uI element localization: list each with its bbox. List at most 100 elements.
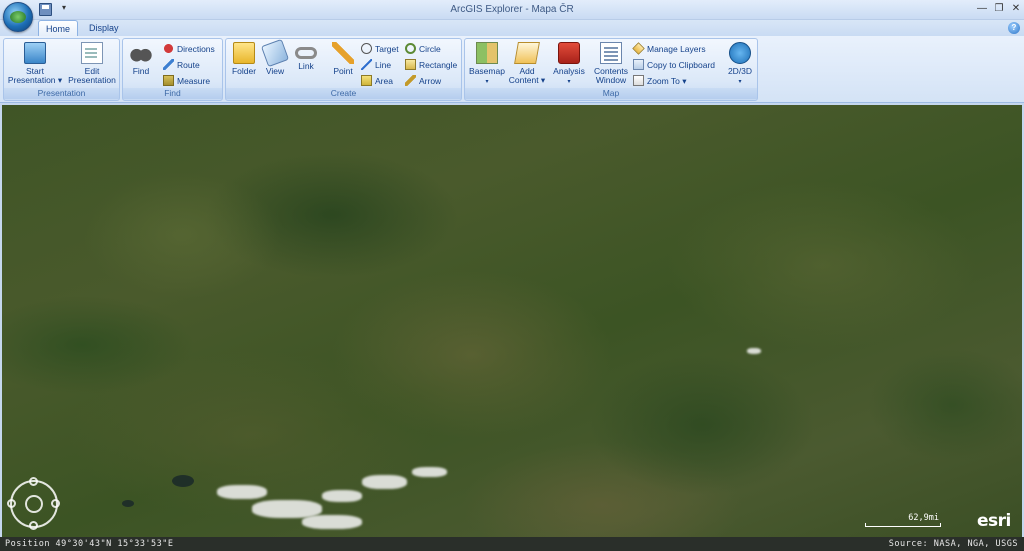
copy-to-clipboard-label: Copy to Clipboard bbox=[647, 60, 716, 70]
route-icon bbox=[163, 59, 174, 71]
group-map: Basemap ▾ Add Content ▾ Analysis ▾ Conte… bbox=[464, 38, 758, 101]
arrow-label: Arrow bbox=[419, 76, 442, 86]
group-create: Folder View Link Point Target Line Area bbox=[225, 38, 462, 101]
snow-area bbox=[362, 475, 407, 489]
lake bbox=[172, 475, 194, 487]
minimize-button[interactable]: — bbox=[975, 2, 989, 16]
manage-layers-button[interactable]: Manage Layers bbox=[632, 42, 706, 56]
group-presentation: Start Presentation ▾ Edit Presentation P… bbox=[3, 38, 120, 101]
arrow-icon bbox=[405, 75, 416, 87]
target-icon bbox=[361, 43, 372, 55]
presentation-icon bbox=[24, 42, 46, 64]
nav-center[interactable] bbox=[25, 495, 43, 513]
analysis-caret: ▾ bbox=[567, 79, 571, 85]
analysis-button[interactable]: Analysis ▾ bbox=[551, 42, 587, 87]
snow-area bbox=[302, 515, 362, 529]
measure-label: Measure bbox=[177, 76, 211, 86]
add-content-icon bbox=[514, 42, 540, 64]
help-icon[interactable]: ? bbox=[1008, 22, 1020, 34]
scale-bar-line bbox=[865, 523, 941, 527]
zoom-to-label: Zoom To ▾ bbox=[647, 76, 687, 86]
nav-knob-north[interactable] bbox=[29, 477, 38, 486]
point-button[interactable]: Point bbox=[328, 42, 358, 76]
snow-area bbox=[217, 485, 267, 499]
edit-presentation-icon bbox=[81, 42, 103, 64]
window-title: ArcGIS Explorer - Mapa ČR bbox=[450, 4, 574, 15]
line-label: Line bbox=[375, 60, 392, 70]
ribbon-tabs: Home Display ? bbox=[0, 20, 1024, 36]
link-button[interactable]: Link bbox=[292, 42, 320, 71]
position-readout: Position 49°30'43"N 15°33'53"E bbox=[5, 539, 174, 549]
basemap-caret: ▾ bbox=[485, 79, 489, 85]
circle-icon bbox=[405, 43, 416, 55]
globe-icon bbox=[729, 42, 751, 64]
rectangle-icon bbox=[405, 59, 416, 71]
ribbon: Start Presentation ▾ Edit Presentation P… bbox=[0, 36, 1024, 103]
line-icon bbox=[361, 59, 372, 71]
folder-button[interactable]: Folder bbox=[229, 42, 259, 76]
find-label: Find bbox=[132, 66, 150, 76]
ruler-icon bbox=[163, 75, 174, 87]
basemap-button[interactable]: Basemap ▾ bbox=[467, 42, 507, 87]
route-button[interactable]: Route bbox=[163, 59, 200, 72]
contents-window-button[interactable]: Contents Window bbox=[591, 42, 631, 85]
circle-button[interactable]: Circle bbox=[405, 43, 441, 56]
start-presentation-button[interactable]: Start Presentation ▾ bbox=[7, 42, 63, 85]
edit-presentation-label-2: Presentation bbox=[68, 75, 116, 85]
link-label: Link bbox=[298, 61, 314, 71]
view-icon bbox=[260, 38, 290, 68]
group-label-find: Find bbox=[123, 88, 222, 99]
close-button[interactable]: ✕ bbox=[1009, 2, 1023, 16]
layers-icon bbox=[632, 42, 645, 55]
group-label-create: Create bbox=[226, 88, 461, 99]
line-button[interactable]: Line bbox=[361, 59, 391, 72]
contents-window-icon bbox=[600, 42, 622, 64]
edit-presentation-button[interactable]: Edit Presentation bbox=[65, 42, 119, 85]
rectangle-label: Rectangle bbox=[419, 60, 458, 70]
circle-label: Circle bbox=[419, 44, 441, 54]
view-label: View bbox=[265, 66, 285, 76]
copy-to-clipboard-button[interactable]: Copy to Clipboard bbox=[633, 59, 715, 72]
tab-home[interactable]: Home bbox=[38, 20, 79, 36]
measure-button[interactable]: Measure bbox=[163, 75, 210, 88]
zoom-icon bbox=[633, 75, 644, 87]
basemap-label: Basemap bbox=[469, 66, 505, 76]
view-mode-caret: ▾ bbox=[738, 79, 742, 85]
title-bar: ▾ ArcGIS Explorer - Mapa ČR — ❐ ✕ bbox=[0, 0, 1024, 20]
area-icon bbox=[361, 75, 372, 87]
group-label-presentation: Presentation bbox=[4, 88, 119, 99]
pencil-icon bbox=[332, 42, 354, 64]
rectangle-button[interactable]: Rectangle bbox=[405, 59, 457, 72]
point-label: Point bbox=[333, 66, 353, 76]
view-button[interactable]: View bbox=[260, 38, 290, 76]
nav-knob-south[interactable] bbox=[29, 521, 38, 530]
nav-knob-west[interactable] bbox=[7, 499, 16, 508]
restore-button[interactable]: ❐ bbox=[992, 2, 1006, 16]
scale-bar: 62,9mi bbox=[865, 513, 941, 527]
map-view[interactable]: 62,9mi esri bbox=[2, 105, 1022, 537]
scale-label: 62,9mi bbox=[908, 513, 939, 523]
directions-label: Directions bbox=[177, 44, 215, 54]
zoom-to-button[interactable]: Zoom To ▾ bbox=[633, 75, 687, 88]
area-label: Area bbox=[375, 76, 393, 86]
clipboard-icon bbox=[633, 59, 644, 71]
view-mode-label: 2D/3D bbox=[727, 66, 753, 76]
arrow-button[interactable]: Arrow bbox=[405, 75, 441, 88]
status-bar: Position 49°30'43"N 15°33'53"E Source: N… bbox=[0, 537, 1024, 551]
nav-knob-east[interactable] bbox=[51, 499, 60, 508]
area-button[interactable]: Area bbox=[361, 75, 393, 88]
lake bbox=[122, 500, 134, 507]
route-label: Route bbox=[177, 60, 200, 70]
application-menu-button[interactable] bbox=[3, 2, 33, 32]
navigation-control[interactable] bbox=[7, 477, 60, 530]
target-button[interactable]: Target bbox=[361, 43, 399, 56]
tab-display[interactable]: Display bbox=[82, 20, 126, 36]
toolbox-icon bbox=[558, 42, 580, 64]
find-button[interactable]: Find bbox=[126, 42, 156, 76]
view-mode-button[interactable]: 2D/3D ▾ bbox=[723, 42, 757, 87]
source-attribution: Source: NASA, NGA, USGS bbox=[888, 539, 1018, 549]
directions-button[interactable]: Directions bbox=[163, 43, 215, 56]
group-label-map: Map bbox=[465, 88, 757, 99]
add-content-button[interactable]: Add Content ▾ bbox=[507, 42, 547, 85]
link-icon bbox=[295, 47, 317, 59]
